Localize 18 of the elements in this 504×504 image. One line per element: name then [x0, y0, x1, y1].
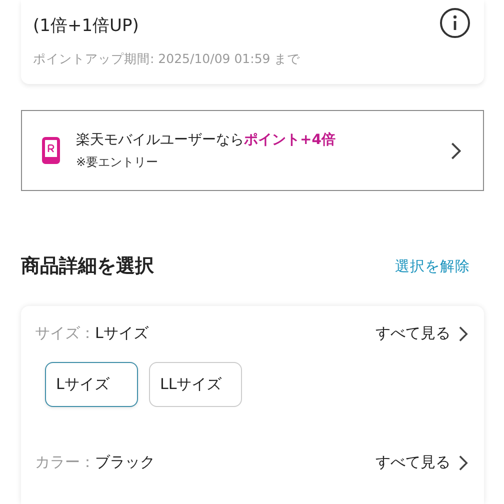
option-label: サイズ：Lサイズ — [35, 324, 148, 343]
chevron-right-icon — [450, 142, 461, 160]
option-chip[interactable]: Lサイズ — [45, 362, 138, 407]
section-title: 商品詳細を選択 — [21, 254, 154, 279]
see-all-button[interactable]: すべて見る — [375, 453, 468, 472]
see-all-button[interactable]: すべて見る — [375, 324, 468, 343]
point-multiplier: (1倍+1倍UP) — [33, 15, 140, 37]
banner-text: 楽天モバイルユーザーならポイント+4倍 — [76, 130, 336, 148]
chevron-right-icon — [458, 454, 468, 470]
option-chip[interactable]: LLサイズ — [149, 362, 242, 407]
option-label: カラー：ブラック — [35, 453, 155, 472]
clear-selection-link[interactable]: 選択を解除 — [395, 256, 470, 276]
chevron-right-icon — [458, 326, 468, 342]
entry-note: ※要エントリー — [76, 154, 160, 170]
point-period: ポイントアップ期間: 2025/10/09 01:59 まで — [33, 51, 300, 68]
smartphone-icon — [42, 137, 60, 164]
info-icon[interactable] — [440, 8, 470, 38]
mobile-banner[interactable]: 楽天モバイルユーザーならポイント+4倍 ※要エントリー — [21, 110, 484, 191]
